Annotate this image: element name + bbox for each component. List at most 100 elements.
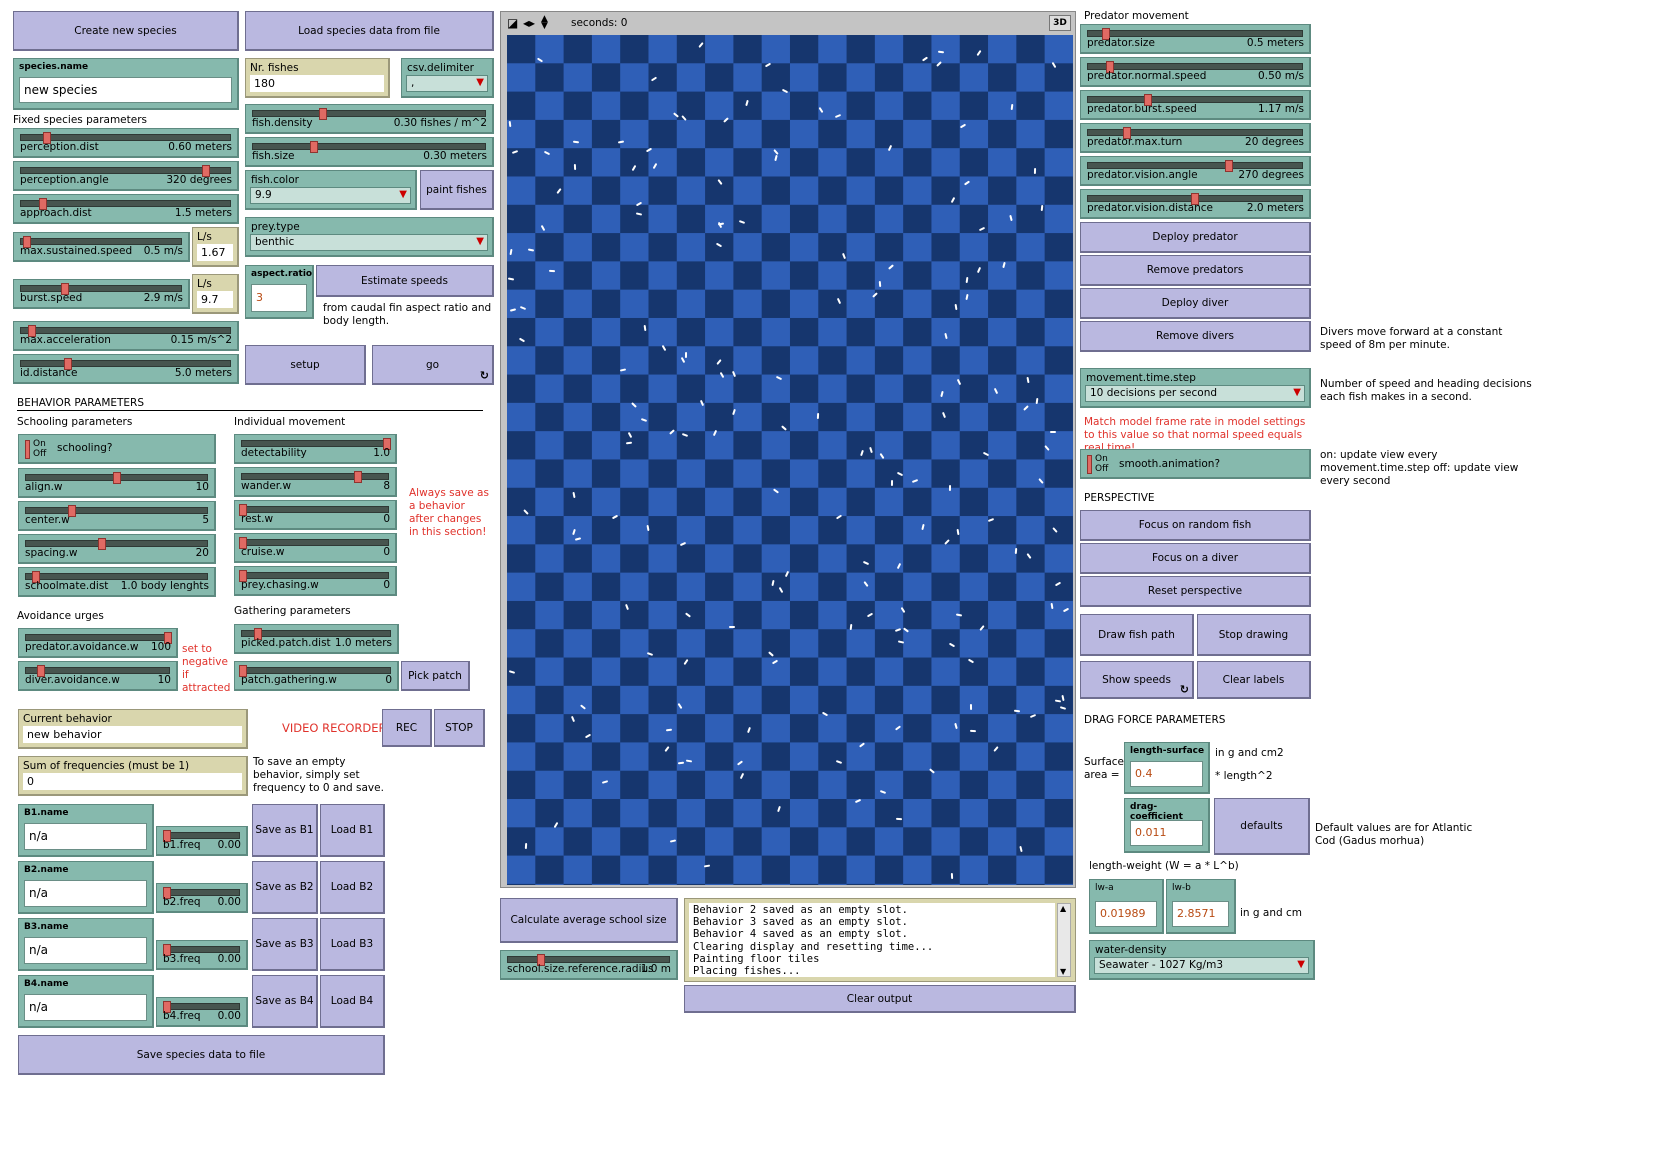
fish-density-slider[interactable]: fish.density 0.30 fishes / m^2	[245, 104, 494, 134]
behavior-freq-slider[interactable]: b3.freq 0.00	[156, 940, 248, 970]
wander-w-slider[interactable]: wander.w 8	[234, 467, 397, 497]
species-name-input[interactable]: new species	[19, 77, 232, 103]
behavior-freq-slider[interactable]: b2.freq 0.00	[156, 883, 248, 913]
predator-avoidance-w-slider[interactable]: predator.avoidance.w 100	[18, 628, 178, 658]
behavior-name-input[interactable]: n/a	[24, 880, 147, 907]
slider-track[interactable]	[241, 630, 391, 637]
slider-thumb[interactable]	[112, 472, 121, 484]
predator-size-slider[interactable]: predator.size 0.5 meters	[1080, 24, 1311, 54]
remove-predators-button[interactable]: Remove predators	[1080, 255, 1311, 286]
behavior-name-input[interactable]: n/a	[24, 994, 147, 1021]
csv-delimiter-chooser[interactable]: csv.delimiter , ▼	[401, 58, 494, 98]
nr-fishes-input[interactable]: 180	[250, 75, 384, 92]
lw-b-input[interactable]: 2.8571	[1172, 901, 1229, 927]
prey-type-value[interactable]: benthic ▼	[250, 234, 488, 251]
fish-size-slider[interactable]: fish.size 0.30 meters	[245, 137, 494, 167]
slider-track[interactable]	[1087, 162, 1303, 169]
slider-track[interactable]	[20, 238, 182, 245]
create-species-button[interactable]: Create new species	[13, 11, 239, 51]
slider-track[interactable]	[241, 539, 389, 546]
slider-track[interactable]	[163, 946, 240, 953]
id-distance-slider[interactable]: id.distance 5.0 meters	[13, 354, 239, 384]
estimate-speeds-button[interactable]: Estimate speeds	[316, 265, 494, 297]
perception-dist-slider[interactable]: perception.dist 0.60 meters	[13, 128, 239, 158]
max-acceleration-slider[interactable]: max.acceleration 0.15 m/s^2	[13, 321, 239, 351]
picked-patch-dist-slider[interactable]: picked.patch.dist 1.0 meters	[234, 624, 399, 654]
defaults-button[interactable]: defaults	[1214, 798, 1310, 855]
predator-max-turn-slider[interactable]: predator.max.turn 20 degrees	[1080, 123, 1311, 153]
slider-track[interactable]	[20, 285, 182, 292]
draw-fish-path-button[interactable]: Draw fish path	[1080, 614, 1194, 656]
load-behavior-button[interactable]: Load B2	[320, 861, 385, 914]
slider-thumb[interactable]	[354, 471, 363, 483]
perception-angle-slider[interactable]: perception.angle 320 degrees	[13, 161, 239, 191]
fish-color-value[interactable]: 9.9 ▼	[250, 187, 411, 204]
water-density-value[interactable]: Seawater - 1027 Kg/m3 ▼	[1094, 957, 1309, 974]
lw-a-input[interactable]: 0.01989	[1095, 901, 1157, 927]
diver-avoidance-w-slider[interactable]: diver.avoidance.w 10	[18, 661, 178, 691]
slider-track[interactable]	[25, 507, 208, 514]
slider-track[interactable]	[1087, 129, 1303, 136]
remove-divers-button[interactable]: Remove divers	[1080, 321, 1311, 352]
aspect-ratio-input[interactable]: 3	[251, 284, 307, 312]
max-sustained-speed-slider[interactable]: max.sustained.speed 0.5 m/s	[13, 232, 190, 262]
behavior-name-input[interactable]: n/a	[24, 937, 147, 964]
deploy-diver-button[interactable]: Deploy diver	[1080, 288, 1311, 319]
save-behavior-button[interactable]: Save as B4	[252, 975, 318, 1028]
slider-track[interactable]	[1087, 63, 1303, 70]
slider-track[interactable]	[25, 573, 208, 580]
predator-vision-distance-slider[interactable]: predator.vision.distance 2.0 meters	[1080, 189, 1311, 219]
slider-track[interactable]	[20, 134, 231, 141]
clear-output-button[interactable]: Clear output	[684, 985, 1076, 1013]
slider-track[interactable]	[20, 360, 231, 367]
school-radius-slider[interactable]: school.size.reference.radius 1.0 m	[500, 950, 678, 980]
current-behavior-input[interactable]: new behavior	[23, 726, 242, 743]
approach-dist-slider[interactable]: approach.dist 1.5 meters	[13, 194, 239, 224]
movement-time-step-chooser[interactable]: movement.time.step 10 decisions per seco…	[1080, 368, 1311, 408]
toggle-icon[interactable]: On Off	[1087, 453, 1111, 475]
slider-track[interactable]	[25, 634, 170, 641]
behavior-freq-slider[interactable]: b1.freq 0.00	[156, 826, 248, 856]
predator-vision-angle-slider[interactable]: predator.vision.angle 270 degrees	[1080, 156, 1311, 186]
slider-track[interactable]	[1087, 96, 1303, 103]
deploy-predator-button[interactable]: Deploy predator	[1080, 222, 1311, 253]
slider-track[interactable]	[252, 143, 486, 150]
smooth-animation-switch[interactable]: On Off smooth.animation?	[1080, 449, 1311, 479]
save-behavior-button[interactable]: Save as B2	[252, 861, 318, 914]
prey-chasing-w-slider[interactable]: prey.chasing.w 0	[234, 566, 397, 596]
edit-icon[interactable]: ◪	[507, 16, 518, 30]
slider-track[interactable]	[20, 167, 231, 174]
rest-w-slider[interactable]: rest.w 0	[234, 500, 397, 530]
setup-button[interactable]: setup	[245, 345, 366, 385]
burst-speed-slider[interactable]: burst.speed 2.9 m/s	[13, 279, 190, 309]
pick-patch-button[interactable]: Pick patch	[401, 661, 470, 691]
center-w-slider[interactable]: center.w 5	[18, 501, 216, 531]
water-density-chooser[interactable]: water-density Seawater - 1027 Kg/m3 ▼	[1089, 940, 1315, 980]
save-species-button[interactable]: Save species data to file	[18, 1035, 385, 1075]
prey-type-chooser[interactable]: prey.type benthic ▼	[245, 217, 494, 257]
slider-track[interactable]	[1087, 30, 1303, 37]
slider-track[interactable]	[163, 1003, 240, 1010]
load-behavior-button[interactable]: Load B1	[320, 804, 385, 857]
rec-button[interactable]: REC	[382, 709, 432, 747]
focus-diver-button[interactable]: Focus on a diver	[1080, 543, 1311, 574]
slider-track[interactable]	[252, 110, 486, 117]
slider-track[interactable]	[241, 506, 389, 513]
focus-random-fish-button[interactable]: Focus on random fish	[1080, 510, 1311, 541]
slider-track[interactable]	[507, 956, 670, 963]
slider-track[interactable]	[163, 889, 240, 896]
slider-track[interactable]	[241, 440, 389, 447]
slider-track[interactable]	[241, 572, 389, 579]
slider-track[interactable]	[20, 327, 231, 334]
load-behavior-button[interactable]: Load B4	[320, 975, 385, 1028]
save-behavior-button[interactable]: Save as B1	[252, 804, 318, 857]
csv-delimiter-value[interactable]: , ▼	[406, 75, 488, 92]
slider-track[interactable]	[25, 540, 208, 547]
slider-thumb[interactable]	[1224, 160, 1233, 172]
3d-view-button[interactable]: 3D	[1049, 15, 1071, 31]
spacing-w-slider[interactable]: spacing.w 20	[18, 534, 216, 564]
save-behavior-button[interactable]: Save as B3	[252, 918, 318, 971]
pan-horizontal-icon[interactable]: ◂▸	[523, 16, 535, 30]
slider-thumb[interactable]	[98, 538, 107, 550]
scroll-down-icon[interactable]: ▼	[1060, 967, 1066, 976]
